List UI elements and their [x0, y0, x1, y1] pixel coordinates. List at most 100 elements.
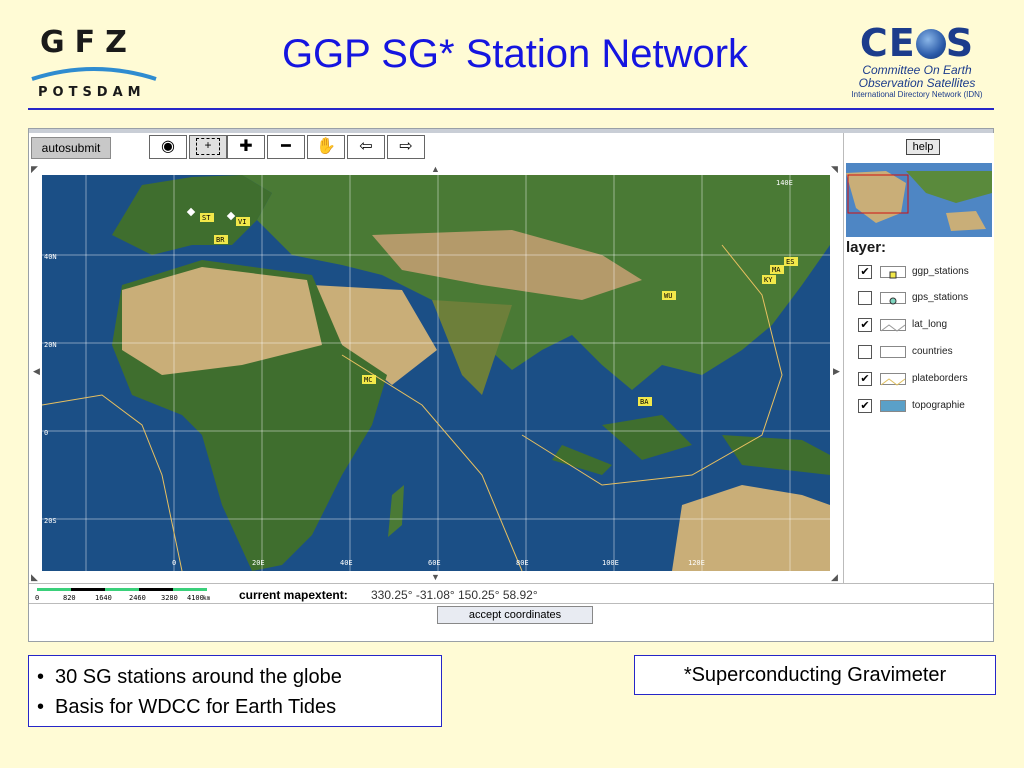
scale-tick: 1640	[95, 594, 112, 602]
layer-label: countries	[912, 346, 953, 357]
lon-label: 0	[172, 559, 176, 567]
mapextent-value: 330.25° -31.08° 150.25° 58.92°	[371, 588, 538, 602]
pan-northwest-arrow-icon[interactable]: ◤	[31, 165, 38, 174]
lat-long-symbol-icon	[880, 319, 906, 332]
zoom-in-tool-button[interactable]: ✚	[227, 135, 265, 159]
pan-southwest-arrow-icon[interactable]: ◣	[31, 573, 38, 582]
footnote-box: *Superconducting Gravimeter	[634, 655, 996, 695]
forward-tool-button[interactable]: ⇨	[387, 135, 425, 159]
ggp-stations-symbol-icon	[880, 266, 906, 279]
side-panel: help layer: ✔ ggp_stations gps_stations …	[843, 133, 994, 583]
station-marker-ky[interactable]: KY	[762, 275, 776, 284]
layer-row-topographie: ✔ topographie	[858, 397, 992, 417]
lon-label: 140E	[776, 179, 793, 187]
layer-label: topographie	[912, 400, 965, 411]
scale-tick: 2460	[129, 594, 146, 602]
ceos-line-3: International Directory Network (IDN)	[851, 90, 983, 99]
accept-coordinates-button[interactable]: accept coordinates	[437, 606, 593, 624]
station-label: WU	[664, 292, 672, 300]
zoom-in-icon: ✚	[239, 138, 253, 155]
autosubmit-button[interactable]: autosubmit	[31, 137, 111, 159]
layer-row-countries: countries	[858, 343, 992, 363]
layer-checkbox-ggp-stations[interactable]: ✔	[858, 265, 872, 279]
lat-label: 40N	[44, 253, 57, 261]
lat-label: 20N	[44, 341, 57, 349]
station-label: BR	[216, 236, 225, 244]
layer-checkbox-plateborders[interactable]: ✔	[858, 372, 872, 386]
gps-stations-symbol-icon	[880, 292, 906, 305]
globe-tool-button[interactable]: ◉	[149, 135, 187, 159]
lon-label: 40E	[340, 559, 353, 567]
pan-northeast-arrow-icon[interactable]: ◥	[831, 165, 838, 174]
pan-south-arrow-icon[interactable]: ▼	[431, 573, 440, 582]
zoom-box-tool-button[interactable]: +	[189, 135, 227, 159]
scale-tick: 0	[35, 594, 39, 602]
hand-icon: ✋	[316, 138, 336, 155]
help-button[interactable]: help	[906, 139, 940, 155]
layer-row-ggp-stations: ✔ ggp_stations	[858, 263, 992, 283]
station-label: MC	[364, 376, 372, 384]
zoom-out-tool-button[interactable]: ━	[267, 135, 305, 159]
pan-southeast-arrow-icon[interactable]: ◢	[831, 573, 838, 582]
pan-east-arrow-icon[interactable]: ▶	[833, 367, 840, 376]
back-tool-button[interactable]: ⇦	[347, 135, 385, 159]
countries-symbol-icon	[880, 346, 906, 358]
layer-row-lat-long: ✔ lat_long	[858, 316, 992, 336]
lat-label: 20S	[44, 517, 57, 525]
pan-tool-button[interactable]: ✋	[307, 135, 345, 159]
arrow-left-icon: ⇦	[359, 138, 373, 155]
zoom-box-icon: +	[196, 138, 220, 156]
scale-row: 0 820 1640 2460 3280 4100 km current map…	[29, 583, 993, 604]
map-area: ◤ ▲ ◥ ◀ ▶ ◣ ▼ ◢ 40N 20N 0 20S 0 20E 40E …	[29, 163, 843, 583]
overview-map[interactable]	[846, 163, 992, 237]
bullet-text: 30 SG stations around the globe	[55, 666, 342, 688]
station-marker-es[interactable]: ES	[784, 257, 798, 266]
layer-checkbox-topographie[interactable]: ✔	[858, 399, 872, 413]
map-application: autosubmit ◉ + ✚ ━ ✋ ⇦ ⇨ ◤ ▲ ◥ ◀ ▶ ◣ ▼ ◢	[28, 128, 994, 642]
mapextent-label: current mapextent:	[239, 588, 348, 602]
pan-north-arrow-icon[interactable]: ▲	[431, 165, 440, 174]
station-marker-mc[interactable]: MC	[362, 375, 376, 384]
accept-row: accept coordinates	[29, 603, 993, 642]
layer-checkbox-gps-stations[interactable]	[858, 291, 872, 305]
gfz-logo-city: POTSDAM	[38, 85, 146, 100]
gfz-logo: GFZ POTSDAM	[30, 25, 160, 103]
ceos-logo: CE S Committee On Earth Observation Satel…	[842, 22, 992, 104]
arrow-right-icon: ⇨	[399, 138, 413, 155]
lon-label: 60E	[428, 559, 441, 567]
station-marker-br[interactable]: BR	[214, 235, 228, 244]
lon-label: 80E	[516, 559, 529, 567]
layer-label: lat_long	[912, 319, 948, 330]
station-marker-ma[interactable]: MA	[770, 265, 784, 274]
bullet-item: • Basis for WDCC for Earth Tides	[37, 696, 337, 718]
lon-label: 20E	[252, 559, 265, 567]
station-label: MA	[772, 266, 781, 274]
scale-tick: 820	[63, 594, 76, 602]
header-rule	[28, 108, 994, 110]
bullet-item: • 30 SG stations around the globe	[37, 666, 342, 688]
ceos-line-2: Observation Satellites	[858, 76, 976, 90]
lon-label: 120E	[688, 559, 705, 567]
lat-label: 0	[44, 429, 48, 437]
station-label: ST	[202, 214, 211, 222]
station-marker-wu[interactable]: WU	[662, 291, 676, 300]
ceos-globe-icon	[915, 29, 946, 59]
bullet-text: Basis for WDCC for Earth Tides	[55, 696, 337, 718]
slide-title: GGP SG* Station Network	[281, 32, 749, 76]
layer-row-gps-stations: gps_stations	[858, 289, 992, 309]
station-label: VI	[238, 218, 246, 226]
layer-row-plateborders: ✔ plateborders	[858, 370, 992, 390]
bullet-list-box: • 30 SG stations around the globe • Basis …	[28, 655, 442, 727]
world-map[interactable]: 40N 20N 0 20S 0 20E 40E 60E 80E 100E 120…	[42, 175, 830, 571]
layer-checkbox-lat-long[interactable]: ✔	[858, 318, 872, 332]
layer-heading: layer:	[846, 239, 887, 256]
layer-label: gps_stations	[912, 292, 969, 303]
station-marker-ba[interactable]: BA	[638, 397, 652, 406]
station-label: BA	[640, 398, 649, 406]
gfz-logo-letters: GFZ	[40, 25, 137, 60]
zoom-out-icon: ━	[281, 138, 291, 155]
scale-bar: 0 820 1640 2460 3280 4100 km	[35, 588, 211, 602]
pan-west-arrow-icon[interactable]: ◀	[33, 367, 40, 376]
layer-checkbox-countries[interactable]	[858, 345, 872, 359]
ceos-logo-word: CE S	[859, 21, 975, 65]
